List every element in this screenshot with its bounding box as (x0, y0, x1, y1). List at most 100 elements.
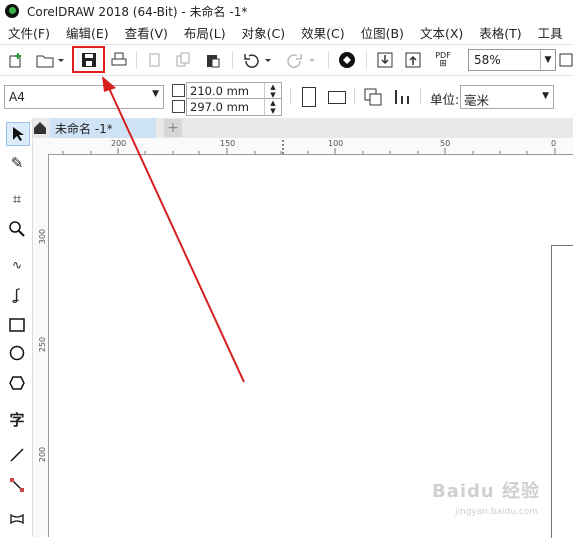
cut-icon (149, 53, 160, 67)
ruler-ticks (62, 140, 556, 154)
crop-icon: ⌗ (12, 190, 22, 208)
export-button[interactable] (402, 49, 424, 71)
separator (354, 87, 355, 105)
add-tab-button[interactable]: + (164, 119, 182, 137)
polygon-tool[interactable] (6, 372, 28, 394)
separator (328, 51, 329, 69)
undo-button[interactable] (240, 49, 274, 71)
shape-tool-icon: ✎ (10, 154, 24, 172)
landscape-button[interactable] (328, 91, 346, 104)
menu-bar: 文件(F) 编辑(E) 查看(V) 布局(L) 对象(C) 效果(C) 位图(B… (0, 22, 573, 42)
artistic-media-tool[interactable]: ʆ (6, 284, 28, 306)
separator (366, 51, 367, 69)
chevron-down-icon: ▼ (542, 91, 549, 101)
page-size-select[interactable]: A4 ▼ (4, 85, 164, 109)
text-tool-icon: 字 (9, 410, 25, 429)
import-button[interactable] (374, 49, 396, 71)
home-icon (34, 122, 46, 134)
pdf-glyph: ⊞ (439, 59, 447, 69)
crop-tool[interactable]: ⌗ (6, 188, 28, 210)
paste-icon (207, 55, 220, 68)
menu-effects[interactable]: 效果(C) (293, 23, 352, 42)
ellipse-tool[interactable] (6, 342, 28, 364)
pick-tool[interactable] (6, 122, 30, 146)
freehand-tool[interactable]: ∿ (6, 254, 28, 276)
tab-document[interactable]: 未命名 -1* (50, 118, 156, 138)
pointer-icon (13, 127, 24, 141)
print-button[interactable] (108, 49, 130, 71)
artistic-media-icon: ʆ (14, 286, 20, 304)
menu-edit[interactable]: 编辑(E) (58, 23, 117, 42)
zoom-icon (9, 221, 25, 237)
menu-tools[interactable]: 工具 (530, 23, 571, 42)
full-screen-icon (559, 53, 572, 67)
menu-table[interactable]: 表格(T) (471, 23, 529, 42)
shape-tool[interactable]: ✎ (6, 152, 28, 174)
connector-icon (10, 478, 24, 492)
separator (136, 51, 137, 69)
paste-button[interactable] (202, 49, 224, 71)
width-spinner[interactable]: ▲ ▼ (264, 83, 281, 99)
title-bar: CorelDRAW 2018 (64-Bit) - 未命名 -1* (0, 0, 573, 22)
units-select[interactable]: 毫米 ▼ (460, 85, 554, 109)
freehand-icon: ∿ (11, 258, 23, 272)
import-icon (377, 52, 393, 68)
full-screen-button[interactable] (558, 49, 573, 71)
vertical-ruler[interactable]: 300 250 200 (33, 154, 49, 537)
save-button-highlight (72, 46, 105, 73)
new-document-icon (9, 53, 21, 68)
coreldraw-logo-icon (5, 4, 19, 18)
menu-layout[interactable]: 布局(L) (176, 23, 234, 42)
blend-icon (10, 513, 24, 525)
corel-connect-button[interactable] (336, 49, 358, 71)
all-pages-icon (364, 88, 382, 106)
publish-pdf-button[interactable]: PDF ⊞ (430, 49, 456, 71)
rectangle-tool[interactable] (6, 314, 28, 336)
current-page-icon (395, 90, 409, 104)
zoom-tool[interactable] (6, 218, 28, 240)
height-spinner[interactable]: ▲ ▼ (264, 99, 281, 115)
chevron-down-icon: ▼ (152, 89, 159, 99)
toolbox: ✎ ⌗ ∿ ʆ 字 (0, 118, 33, 537)
all-pages-button[interactable] (362, 86, 384, 108)
parallel-dimension-tool[interactable] (6, 444, 28, 466)
cut-button[interactable] (144, 49, 166, 71)
portrait-button[interactable] (302, 87, 316, 107)
menu-bitmaps[interactable]: 位图(B) (353, 23, 412, 42)
page-size-value: A4 (9, 90, 25, 104)
text-tool[interactable]: 字 (6, 408, 28, 430)
units-label: 单位: (430, 92, 460, 107)
tab-document-label: 未命名 -1* (55, 121, 113, 136)
chevron-down-icon[interactable]: ▼ (540, 50, 555, 70)
print-icon (111, 52, 127, 66)
connector-tool[interactable] (6, 474, 28, 496)
separator (420, 87, 421, 105)
baidu-watermark: Baidu 经验 (432, 481, 541, 502)
current-page-button[interactable] (392, 86, 414, 108)
menu-file[interactable]: 文件(F) (0, 23, 58, 42)
menu-object[interactable]: 对象(C) (234, 23, 293, 42)
page-width-value: 210.0 mm (190, 84, 249, 98)
page-border (551, 245, 573, 538)
blend-tool[interactable] (6, 508, 28, 530)
open-folder-icon (36, 55, 64, 68)
units-value: 毫米 (464, 93, 490, 108)
redo-button[interactable] (284, 49, 318, 71)
open-button[interactable] (34, 49, 66, 71)
zoom-level-combo[interactable]: 58% ▼ (468, 49, 556, 71)
separator (232, 51, 233, 69)
export-icon (405, 52, 421, 68)
menu-view[interactable]: 查看(V) (117, 23, 176, 42)
ruler-label: 200 (38, 446, 48, 463)
undo-icon (244, 54, 271, 68)
corel-connect-icon (339, 52, 355, 68)
horizontal-ruler[interactable]: 200 150 100 50 0 (33, 138, 573, 155)
document-tab-strip: 未命名 -1* + (30, 118, 573, 138)
width-icon (172, 84, 185, 97)
menu-text[interactable]: 文本(X) (412, 23, 471, 42)
page-height-value: 297.0 mm (190, 100, 249, 114)
welcome-home-tab[interactable] (30, 118, 50, 138)
page-height-input[interactable]: 297.0 mm ▲ ▼ (186, 98, 282, 116)
new-document-button[interactable] (6, 49, 26, 71)
copy-button[interactable] (172, 49, 194, 71)
